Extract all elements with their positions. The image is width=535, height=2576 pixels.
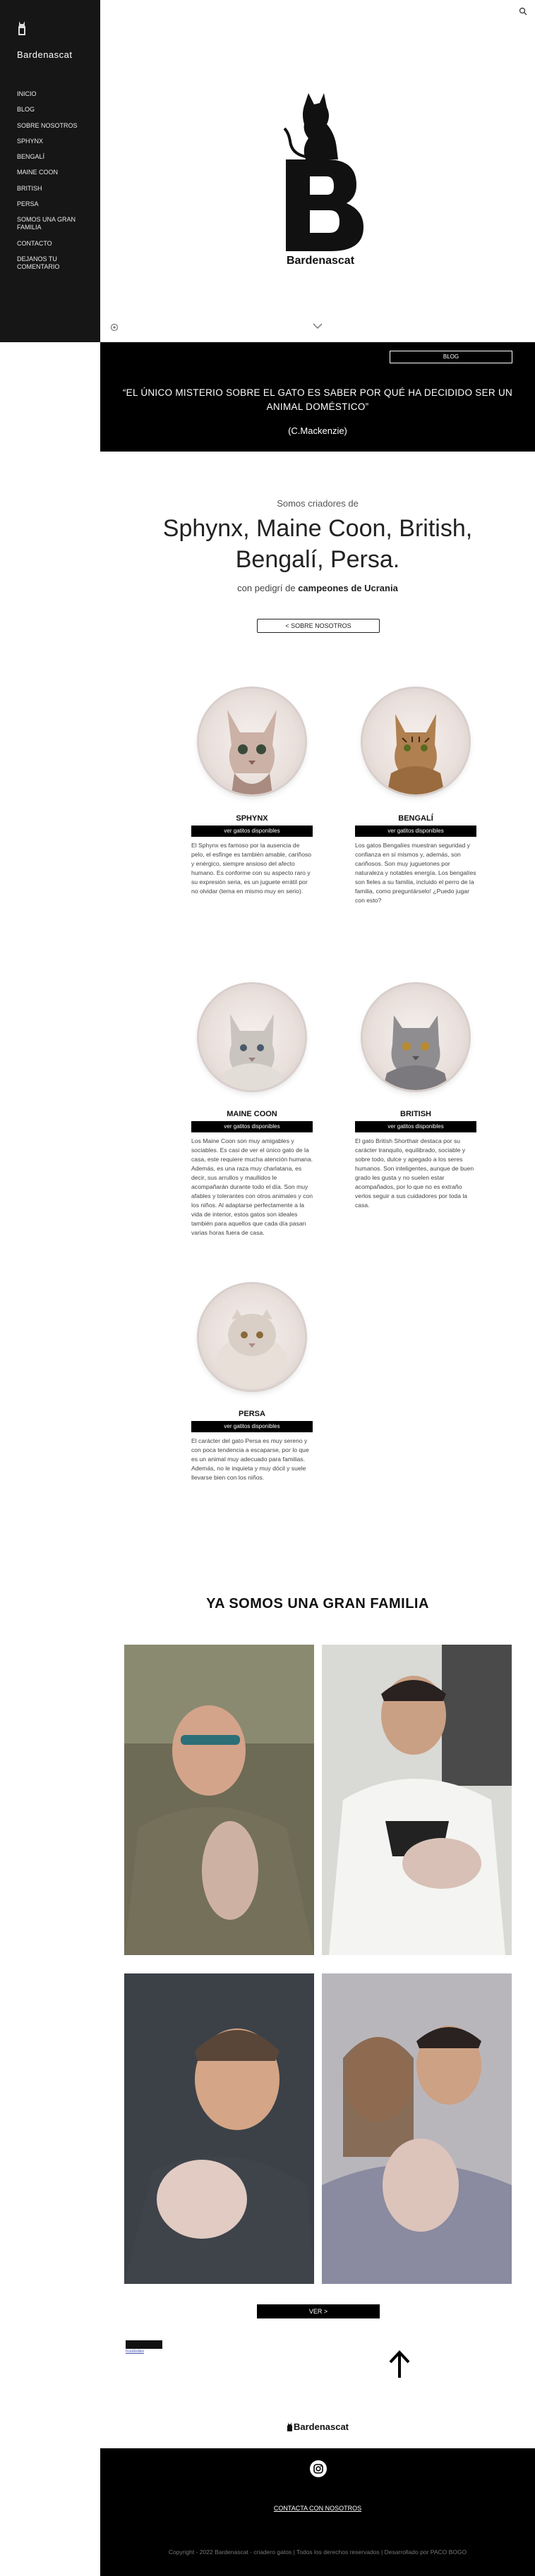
family-photo-2[interactable] — [322, 1645, 512, 1955]
hero-brand-name: Bardenascat — [286, 255, 355, 267]
family-photo-4[interactable] — [322, 1973, 512, 2284]
review-link[interactable]: trustindex — [126, 2350, 144, 2354]
nav-item-bengali[interactable]: BENGALÍ — [17, 153, 80, 161]
footer: CONTACTA CON NOSOTROS Copyright - 2022 B… — [100, 2448, 535, 2576]
persa-cat-image — [217, 1310, 287, 1389]
family-photo-3[interactable] — [124, 1973, 314, 2284]
breed-name-persa: PERSA — [239, 1410, 265, 1418]
nav-item-sphynx[interactable]: SPHYNX — [17, 138, 80, 145]
nav-item-familia[interactable]: SOMOS UNA GRAN FAMILIA — [17, 216, 80, 232]
available-button-persa[interactable]: ver gatitos disponibles — [191, 1421, 313, 1432]
contact-link[interactable]: CONTACTA CON NOSOTROS — [100, 2505, 535, 2512]
nav-item-sobre-nosotros[interactable]: SOBRE NOSOTROS — [17, 122, 80, 130]
maine-coon-photo[interactable] — [199, 984, 305, 1090]
chevron-down-icon[interactable] — [312, 322, 323, 329]
footer-logo-text: Bardenascat — [293, 2421, 349, 2432]
intro-sub-prefix: con pedigrí de — [237, 583, 299, 593]
instagram-icon[interactable] — [309, 2460, 327, 2478]
breed-desc-persa: El carácter del gato Persa es muy sereno… — [191, 1437, 309, 1481]
british-cat-image — [383, 1015, 449, 1090]
family-photo-1-image — [124, 1645, 314, 1955]
review-badge[interactable] — [126, 2340, 162, 2349]
sphynx-photo[interactable] — [199, 689, 305, 794]
nav-item-contacto[interactable]: CONTACTO — [17, 240, 80, 248]
nav-item-blog[interactable]: BLOG — [17, 106, 80, 114]
sidebar-brand[interactable]: Bardenascat — [17, 49, 73, 60]
breed-name-bengali: BENGALÍ — [398, 814, 433, 823]
breed-desc-maine-coon: Los Maine Coon son muy amigables y socia… — [191, 1137, 313, 1236]
arrow-up-icon[interactable] — [387, 2350, 411, 2379]
see-more-button[interactable]: VER > — [257, 2304, 380, 2318]
family-photo-3-image — [124, 1973, 314, 2284]
footer-cat-logo-icon — [287, 2422, 292, 2431]
intro-title: Sphynx, Maine Coon, British, Bengalí, Pe… — [162, 515, 473, 573]
hero-cat-logo — [283, 93, 363, 251]
bengali-cat-image — [387, 714, 445, 794]
search-icon[interactable] — [519, 7, 527, 16]
quote-author: (C.Mackenzie) — [288, 425, 347, 436]
breed-desc-sphynx: El Sphynx es famoso por la ausencia de p… — [191, 842, 312, 895]
breed-desc-british: El gato British Shorthair destaca por su… — [355, 1137, 474, 1209]
about-us-button[interactable]: < SOBRE NOSOTROS — [257, 619, 380, 633]
breed-name-sphynx: SPHYNX — [236, 814, 268, 823]
page: Bardenascat INICIO BLOG SOBRE NOSOTROS S… — [0, 0, 535, 2576]
intro-subtitle: con pedigrí de campeones de Ucrania — [100, 583, 535, 593]
nav-item-british[interactable]: BRITISH — [17, 185, 80, 193]
footer-logo[interactable]: Bardenascat — [282, 2421, 353, 2432]
sphynx-cat-image — [227, 710, 277, 794]
family-photo-1[interactable] — [124, 1645, 314, 1955]
available-button-sphynx[interactable]: ver gatitos disponibles — [191, 826, 313, 837]
gear-icon[interactable] — [110, 323, 119, 332]
cat-logo-icon[interactable] — [17, 20, 27, 35]
quote-text: “EL ÚNICO MISTERIO SOBRE EL GATO ES SABE… — [122, 387, 513, 413]
bengali-photo[interactable] — [363, 689, 469, 794]
family-photo-4-image — [322, 1973, 512, 2284]
quote-band: BLOG “EL ÚNICO MISTERIO SOBRE EL GATO ES… — [100, 342, 535, 452]
breed-name-maine-coon: MAINE COON — [227, 1110, 277, 1118]
nav-item-persa[interactable]: PERSA — [17, 200, 80, 208]
blog-button[interactable]: BLOG — [390, 351, 512, 363]
sidebar-nav: INICIO BLOG SOBRE NOSOTROS SPHYNX BENGAL… — [17, 90, 80, 279]
nav-item-comentario[interactable]: DEJANOS TU COMENTARIO — [17, 255, 80, 272]
british-photo[interactable] — [363, 984, 469, 1090]
family-section-title: YA SOMOS UNA GRAN FAMILIA — [206, 1596, 429, 1611]
nav-item-maine-coon[interactable]: MAINE COON — [17, 169, 80, 176]
intro-kicker: Somos criadores de — [277, 498, 359, 509]
available-button-maine-coon[interactable]: ver gatitos disponibles — [191, 1121, 313, 1132]
persa-photo[interactable] — [199, 1284, 305, 1390]
nav-item-inicio[interactable]: INICIO — [17, 90, 80, 98]
intro-sub-bold: campeones de Ucrania — [298, 583, 398, 593]
family-photo-2-image — [322, 1645, 512, 1955]
copyright-text: Copyright - 2022 Bardenascat - criadero … — [168, 2548, 467, 2556]
maine-coon-cat-image — [220, 1014, 284, 1090]
breed-name-british: BRITISH — [400, 1110, 431, 1118]
breed-desc-bengali: Los gatos Bengalíes muestran seguridad y… — [355, 842, 476, 904]
sidebar: Bardenascat INICIO BLOG SOBRE NOSOTROS S… — [0, 0, 100, 342]
available-button-bengali[interactable]: ver gatitos disponibles — [355, 826, 476, 837]
available-button-british[interactable]: ver gatitos disponibles — [355, 1121, 476, 1132]
